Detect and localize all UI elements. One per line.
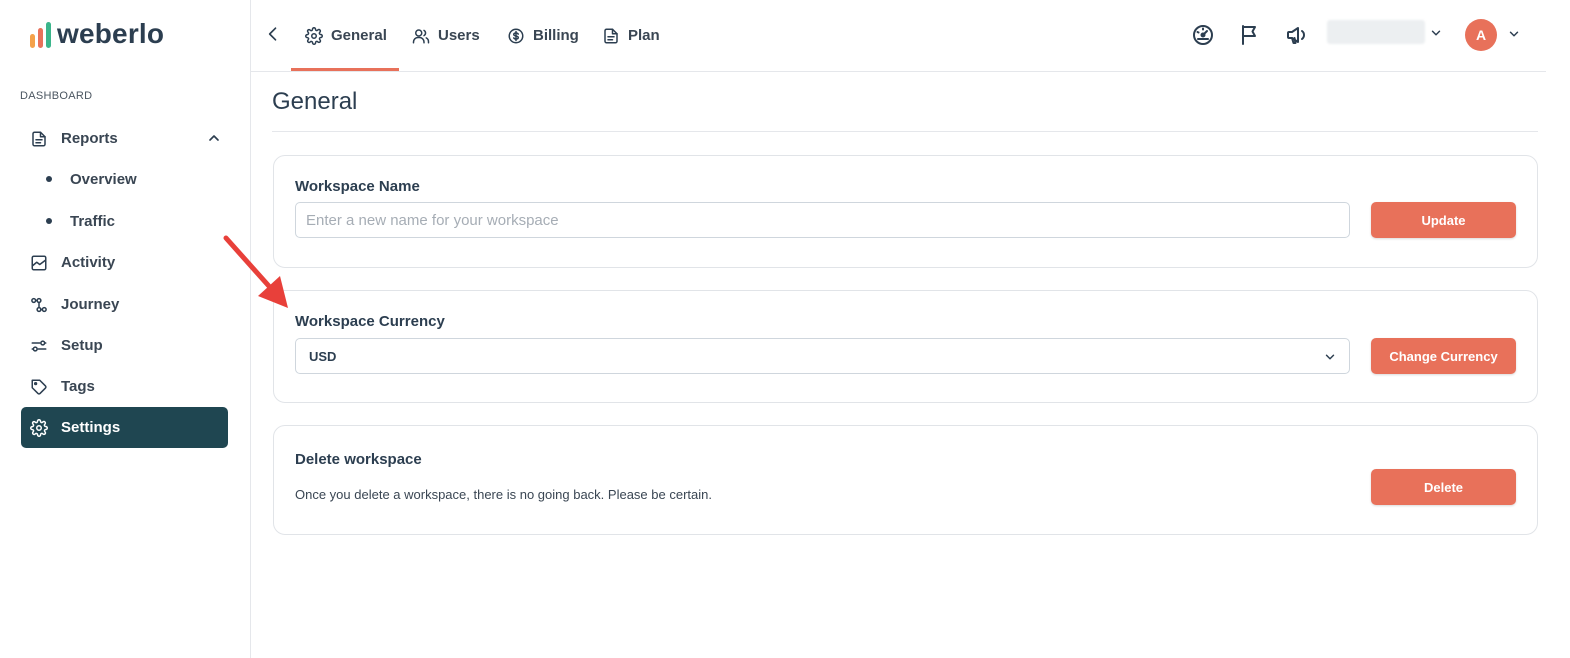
sidebar-item-label: Activity: [61, 254, 116, 271]
tab-label: Plan: [628, 27, 660, 44]
workspace-currency-label: Workspace Currency: [295, 313, 445, 330]
sidebar-item-settings[interactable]: Settings: [21, 407, 228, 448]
tab-label: General: [331, 27, 387, 44]
workspace-name-label: Workspace Name: [295, 178, 420, 195]
sliders-icon: [31, 339, 47, 352]
bullet-dot: [46, 218, 52, 224]
chevron-down-icon[interactable]: [1429, 26, 1443, 40]
tag-icon: [31, 379, 47, 395]
sidebar-subitem-label: Overview: [70, 170, 137, 188]
logo-bars-icon: [30, 20, 51, 48]
sidebar-item-journey[interactable]: Journey: [21, 284, 228, 325]
sidebar-item-label: Settings: [61, 419, 121, 436]
sidebar-subitem-overview[interactable]: Overview: [46, 164, 137, 194]
chart-window-icon: [31, 255, 47, 270]
delete-workspace-label: Delete workspace: [295, 451, 422, 468]
chevron-down-icon: [1325, 354, 1335, 360]
tab-billing[interactable]: Billing: [507, 0, 579, 71]
sidebar-item-label: Tags: [61, 378, 95, 395]
megaphone-icon[interactable]: [1285, 23, 1309, 47]
sidebar-item-label: Reports: [61, 130, 118, 147]
workspace-currency-card: Workspace Currency USD Change Currency: [273, 290, 1538, 403]
sidebar-item-label: Journey: [61, 296, 120, 313]
gear-icon: [305, 26, 323, 45]
tab-plan[interactable]: Plan: [602, 0, 660, 71]
sidebar-subitem-traffic[interactable]: Traffic: [46, 206, 115, 236]
document-icon: [604, 28, 618, 43]
journey-nodes-icon: [31, 297, 47, 312]
tab-users[interactable]: Users: [412, 0, 480, 71]
flag-icon[interactable]: [1238, 23, 1262, 47]
currency-selected-value: USD: [309, 348, 337, 364]
sidebar-item-setup[interactable]: Setup: [21, 325, 228, 366]
bullet-dot: [46, 176, 52, 182]
tab-general[interactable]: General: [305, 0, 387, 71]
delete-workspace-description: Once you delete a workspace, there is no…: [295, 487, 712, 502]
divider: [272, 131, 1538, 132]
weberlo-logo[interactable]: weberlo: [30, 18, 164, 50]
chevron-up-icon[interactable]: [206, 130, 222, 146]
sidebar-item-label: Setup: [61, 337, 103, 354]
workspace-selector[interactable]: [1327, 20, 1425, 44]
document-icon: [32, 131, 46, 146]
avatar[interactable]: A: [1465, 19, 1497, 51]
sidebar-subitem-label: Traffic: [70, 212, 116, 230]
sidebar-item-activity[interactable]: Activity: [21, 242, 228, 283]
currency-select[interactable]: USD: [295, 338, 1350, 374]
logo-text: weberlo: [57, 18, 165, 49]
workspace-name-card: Workspace Name Update: [273, 155, 1538, 268]
top-navigation-bar: General Users Billing Plan A: [251, 0, 1546, 72]
change-currency-button[interactable]: Change Currency: [1371, 338, 1516, 374]
users-icon: [412, 28, 430, 43]
sidebar: weberlo DASHBOARD Reports Overview Traff…: [0, 0, 251, 658]
dollar-circle-icon: [508, 28, 524, 43]
page-title: General: [272, 88, 358, 115]
chevron-left-icon[interactable]: [263, 24, 283, 44]
chevron-down-icon[interactable]: [1507, 27, 1521, 41]
gauge-icon[interactable]: [1191, 23, 1215, 47]
update-button[interactable]: Update: [1371, 202, 1516, 238]
sidebar-item-tags[interactable]: Tags: [21, 366, 228, 407]
workspace-name-input[interactable]: [295, 202, 1350, 238]
delete-workspace-card: Delete workspace Once you delete a works…: [273, 425, 1538, 535]
delete-button[interactable]: Delete: [1371, 469, 1516, 505]
tab-label: Billing: [533, 27, 579, 44]
sidebar-section-label: DASHBOARD: [20, 90, 93, 102]
active-tab-indicator: [291, 68, 399, 71]
tab-label: Users: [438, 27, 480, 44]
sidebar-item-reports[interactable]: Reports: [21, 118, 228, 159]
gear-icon: [30, 418, 48, 437]
